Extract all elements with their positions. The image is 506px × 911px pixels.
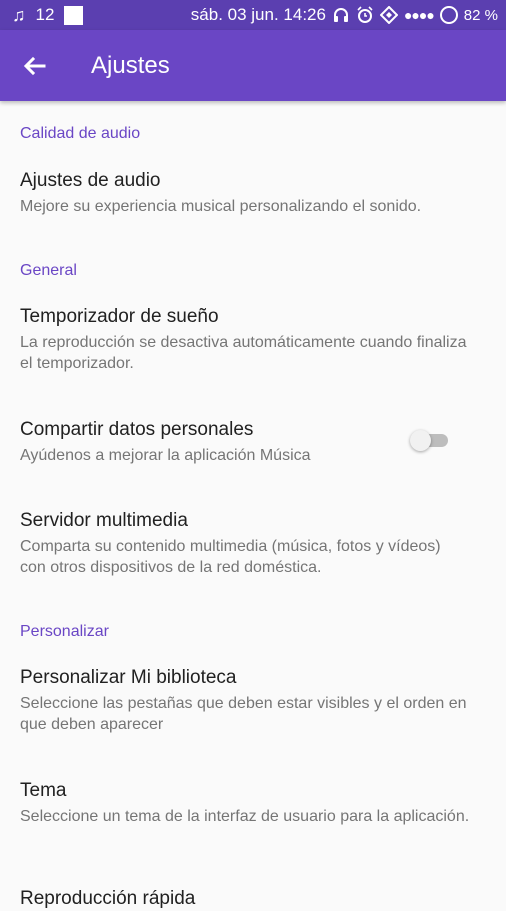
- pref-title: Tema: [20, 780, 67, 801]
- battery-ring-icon: [439, 6, 458, 24]
- notification-icon: [64, 5, 84, 25]
- pref-summary: La reproducción se desactiva automáticam…: [20, 334, 467, 372]
- section-header-general: General: [20, 262, 77, 279]
- music-note-icon: ♫: [12, 5, 26, 25]
- signal-indicator: 12: [35, 5, 55, 24]
- pref-title: Reproducción rápida: [20, 888, 196, 909]
- pref-summary: Ayúdenos a mejorar la aplicación Música: [20, 447, 311, 464]
- toggle-thumb: [410, 430, 431, 451]
- pref-title: Personalizar Mi biblioteca: [20, 667, 237, 688]
- status-date-time: sáb. 03 jun. 14:26: [190, 5, 326, 24]
- headphones-icon: [333, 8, 348, 22]
- status-bar: ♫ 12 sáb. 03 jun. 14:26 ●●●● 82 %: [0, 0, 506, 30]
- pref-summary: Mejore su experiencia musical personaliz…: [20, 198, 422, 215]
- pref-audio-settings[interactable]: Ajustes de audio Mejore su experiencia m…: [0, 169, 506, 217]
- pref-share-personal-data[interactable]: Compartir datos personales Ayúdenos a me…: [0, 418, 506, 466]
- battery-percent: 82 %: [463, 6, 498, 24]
- section-header-audio-quality: Calidad de audio: [20, 125, 141, 142]
- pref-quick-playback[interactable]: Reproducción rápida: [0, 887, 506, 911]
- pref-theme[interactable]: Tema Seleccione un tema de la interfaz d…: [0, 779, 506, 827]
- pref-summary: Seleccione las pestañas que deben estar …: [20, 695, 467, 733]
- back-button[interactable]: [18, 50, 52, 82]
- section-header-personalize: Personalizar: [20, 623, 109, 640]
- pref-media-server[interactable]: Servidor multimedia Comparta su contenid…: [0, 509, 506, 578]
- pref-title: Ajustes de audio: [20, 170, 161, 191]
- pref-sleep-timer[interactable]: Temporizador de sueño La reproducción se…: [0, 305, 506, 374]
- share-data-toggle[interactable]: [410, 428, 450, 452]
- data-saver-icon: [379, 6, 398, 24]
- arrow-back-icon: [23, 56, 46, 76]
- alarm-clock-icon: [357, 6, 373, 23]
- pref-title: Servidor multimedia: [20, 510, 188, 531]
- pref-title: Temporizador de sueño: [20, 306, 219, 327]
- pref-summary: Seleccione un tema de la interfaz de usu…: [20, 808, 470, 825]
- pref-customize-library[interactable]: Personalizar Mi biblioteca Seleccione la…: [0, 666, 506, 735]
- pref-summary: Comparta su contenido multimedia (música…: [20, 538, 441, 576]
- page-title: Ajustes: [91, 52, 170, 79]
- signal-dots-icon: ●●●●: [403, 7, 435, 23]
- app-bar: Ajustes: [0, 30, 506, 101]
